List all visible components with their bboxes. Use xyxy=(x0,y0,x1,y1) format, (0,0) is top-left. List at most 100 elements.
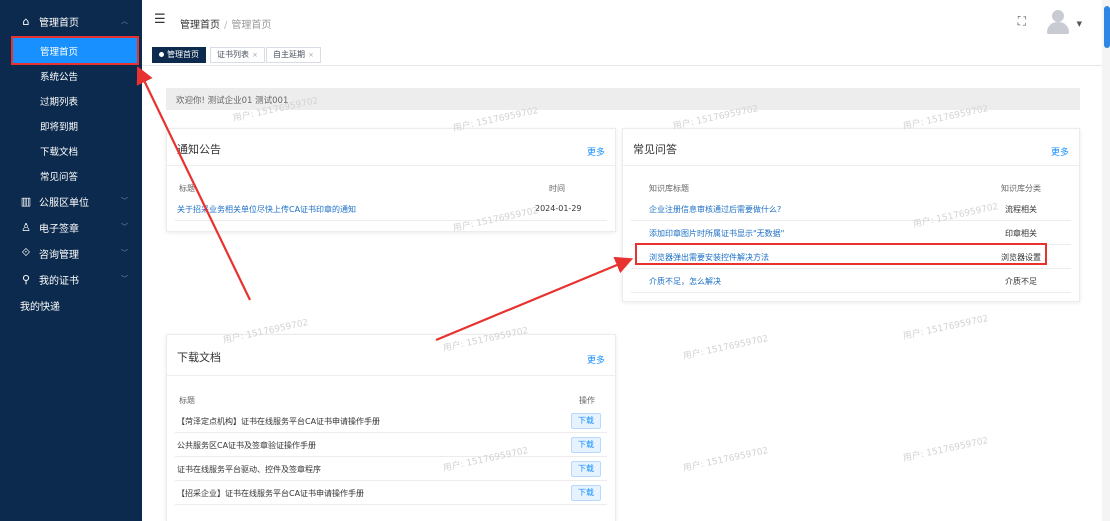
faq-title-link[interactable]: 企业注册信息审核通过后需要做什么? xyxy=(649,204,781,215)
tag-label: 管理首页 xyxy=(167,50,199,59)
sidebar-item-express[interactable]: 我的快递 xyxy=(0,292,142,318)
table-row[interactable]: 企业注册信息审核通过后需要做什么? 流程相关 xyxy=(631,197,1071,221)
chevron-down-icon: ﹀ xyxy=(121,197,128,205)
user-icon: ⚲ xyxy=(21,272,31,286)
active-dot-icon xyxy=(159,52,164,57)
downloads-more-link[interactable]: 更多 xyxy=(587,353,605,366)
sidebar-group-esign[interactable]: ♙ 电子签章 ﹀ xyxy=(0,214,142,240)
table-row[interactable]: 添加印章图片时所属证书显示"无数据" 印章相关 xyxy=(631,221,1071,245)
main-content: 欢迎你! 测试企业01 测试001 通知公告 更多 标题 时间 关于招采业务相关… xyxy=(142,66,1102,521)
sidebar-item-announcements[interactable]: 系统公告 xyxy=(0,63,142,88)
download-button[interactable]: 下载 xyxy=(571,461,601,477)
sidebar-group-certs[interactable]: ⚲ 我的证书 ﹀ xyxy=(0,266,142,292)
document-title: 证书在线服务平台驱动、控件及签章程序 xyxy=(177,465,321,474)
document-title: 公共服务区CA证书及签章验证操作手册 xyxy=(177,441,317,450)
sidebar-group-label: 公服区单位 xyxy=(39,197,89,209)
column-header: 知识库分类 xyxy=(1001,184,1041,193)
tag-cert-list[interactable]: 证书列表 × xyxy=(210,47,265,63)
faq-card: 常见问答 更多 知识库标题 知识库分类 企业注册信息审核通过后需要做什么? 流程… xyxy=(622,128,1080,302)
sidebar-item-label: 我的快递 xyxy=(20,301,60,313)
table-row: 【招采企业】证书在线服务平台CA证书申请操作手册 下载 xyxy=(175,481,607,505)
building-icon: ▥ xyxy=(20,194,32,208)
sidebar-group-label: 我的证书 xyxy=(39,275,79,287)
sidebar-item-label: 即将到期 xyxy=(40,121,79,133)
tag-home[interactable]: 管理首页 xyxy=(152,47,206,63)
tag-label: 自主延期 xyxy=(273,50,305,59)
consult-icon: ⟐ xyxy=(21,246,31,259)
close-icon[interactable]: × xyxy=(252,51,258,59)
faq-more-link[interactable]: 更多 xyxy=(1051,145,1069,158)
breadcrumb-item[interactable]: 管理首页 xyxy=(180,20,220,31)
column-header: 知识库标题 xyxy=(649,184,689,193)
sidebar-group-home[interactable]: ⌂ 管理首页 ︿ xyxy=(0,8,142,34)
sidebar-item-label: 下载文档 xyxy=(40,146,79,158)
tags-view-bar: 管理首页 证书列表 × 自主延期 × xyxy=(142,44,1102,66)
sidebar-item-faq[interactable]: 常见问答 xyxy=(0,163,142,188)
divider xyxy=(623,165,1079,166)
avatar[interactable] xyxy=(1046,8,1070,36)
download-button[interactable]: 下载 xyxy=(571,485,601,501)
download-button[interactable]: 下载 xyxy=(571,437,601,453)
chevron-up-icon: ︿ xyxy=(121,17,128,25)
close-icon[interactable]: × xyxy=(308,51,314,59)
notice-card: 通知公告 更多 标题 时间 关于招采业务相关单位尽快上传CA证书印章的通知 20… xyxy=(166,128,616,232)
download-button[interactable]: 下载 xyxy=(571,413,601,429)
caret-down-icon[interactable]: ▼ xyxy=(1077,20,1082,28)
sidebar-item-label: 系统公告 xyxy=(40,71,79,83)
document-title: 【菏泽定点机构】证书在线服务平台CA证书申请操作手册 xyxy=(177,417,381,426)
faq-category: 流程相关 xyxy=(1005,205,1037,214)
sidebar-group-units[interactable]: ▥ 公服区单位 ﹀ xyxy=(0,188,142,214)
fullscreen-icon[interactable]: ⛶ xyxy=(1018,14,1026,29)
scrollbar-thumb[interactable] xyxy=(1104,6,1110,48)
sidebar-item-label: 常见问答 xyxy=(40,171,79,183)
tag-self-extend[interactable]: 自主延期 × xyxy=(266,47,321,63)
breadcrumb-current: 管理首页 xyxy=(231,20,272,31)
watermark: 用户: 15176959702 xyxy=(902,314,990,342)
sidebar: ⌂ 管理首页 ︿ 管理首页 系统公告 过期列表 即将到期 下载文档 常见问答 ▥… xyxy=(0,0,142,521)
top-header: ☰ 管理首页 / 管理首页 ⛶ ▼ xyxy=(142,0,1102,44)
table-row: 公共服务区CA证书及签章验证操作手册 下载 xyxy=(175,433,607,457)
home-icon: ⌂ xyxy=(22,14,30,28)
faq-title-link[interactable]: 添加印章图片时所属证书显示"无数据" xyxy=(649,228,784,239)
notice-more-link[interactable]: 更多 xyxy=(587,145,605,158)
breadcrumb-separator: / xyxy=(224,20,228,31)
watermark: 用户: 15176959702 xyxy=(682,446,770,474)
faq-title-link[interactable]: 介质不足，怎么解决 xyxy=(649,276,721,287)
faq-category: 印章相关 xyxy=(1005,229,1037,238)
column-header: 操作 xyxy=(579,396,595,405)
scrollbar-track[interactable] xyxy=(1102,0,1110,521)
card-title: 常见问答 xyxy=(633,143,677,156)
notice-title-link[interactable]: 关于招采业务相关单位尽快上传CA证书印章的通知 xyxy=(177,204,356,215)
tag-label: 证书列表 xyxy=(217,50,249,59)
chevron-down-icon: ﹀ xyxy=(121,249,128,257)
sidebar-group-label: 电子签章 xyxy=(39,223,79,235)
column-header: 标题 xyxy=(179,184,195,193)
downloads-card: 下载文档 更多 标题 操作 【菏泽定点机构】证书在线服务平台CA证书申请操作手册… xyxy=(166,334,616,521)
breadcrumb: 管理首页 / 管理首页 xyxy=(180,16,271,31)
document-title: 【招采企业】证书在线服务平台CA证书申请操作手册 xyxy=(177,489,365,498)
notice-date: 2024-01-29 xyxy=(535,204,582,213)
table-row[interactable]: 介质不足，怎么解决 介质不足 xyxy=(631,269,1071,293)
card-title: 下载文档 xyxy=(177,351,221,364)
sidebar-group-label: 管理首页 xyxy=(39,17,79,29)
sidebar-item-expiring[interactable]: 即将到期 xyxy=(0,113,142,138)
column-header: 标题 xyxy=(179,396,195,405)
table-row: 证书在线服务平台驱动、控件及签章程序 下载 xyxy=(175,457,607,481)
divider xyxy=(167,165,615,166)
sidebar-item-expired[interactable]: 过期列表 xyxy=(0,88,142,113)
faq-category: 介质不足 xyxy=(1005,277,1037,286)
menu-toggle-icon[interactable]: ☰ xyxy=(154,12,166,27)
sidebar-item-home[interactable]: 管理首页 xyxy=(11,36,139,65)
chevron-down-icon: ﹀ xyxy=(121,275,128,283)
chevron-down-icon: ﹀ xyxy=(121,223,128,231)
divider xyxy=(167,375,615,376)
watermark: 用户: 15176959702 xyxy=(902,436,990,464)
card-title: 通知公告 xyxy=(177,143,221,156)
sidebar-item-label: 管理首页 xyxy=(40,46,79,58)
annotation-highlight-box xyxy=(635,243,1047,265)
table-row[interactable]: 关于招采业务相关单位尽快上传CA证书印章的通知 2024-01-29 xyxy=(175,197,607,221)
table-row: 【菏泽定点机构】证书在线服务平台CA证书申请操作手册 下载 xyxy=(175,409,607,433)
sidebar-item-downloads[interactable]: 下载文档 xyxy=(0,138,142,163)
watermark: 用户: 15176959702 xyxy=(682,334,770,362)
sidebar-group-consult[interactable]: ⟐ 咨询管理 ﹀ xyxy=(0,240,142,266)
